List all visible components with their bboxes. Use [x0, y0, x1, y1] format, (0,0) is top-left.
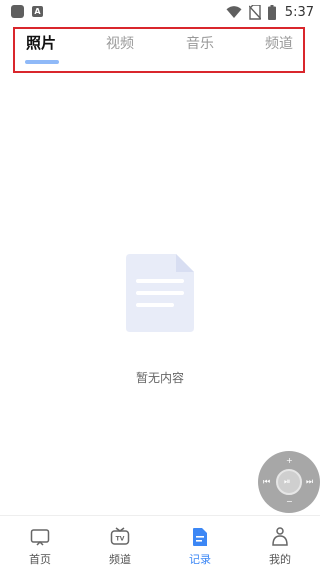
- empty-state-text: 暂无内容: [135, 371, 184, 385]
- nav-label-channels: 频道: [109, 553, 131, 566]
- record-document-icon: [193, 528, 207, 546]
- tab-channels[interactable]: 频道: [265, 33, 293, 53]
- battery-icon: [267, 4, 276, 20]
- document-icon: [126, 254, 194, 332]
- bottom-nav: 首页 TV 频道 记录 我的: [0, 515, 320, 570]
- remote-down-glyph: −: [286, 497, 293, 506]
- status-time: 5:37: [284, 4, 314, 20]
- play-pause-icon: ⏯: [284, 477, 291, 486]
- nav-item-channels[interactable]: TV 频道: [80, 516, 160, 570]
- nav-item-records[interactable]: 记录: [160, 516, 240, 570]
- nav-label-home: 首页: [29, 553, 51, 566]
- tab-photos[interactable]: 照片: [26, 32, 56, 53]
- nav-item-home[interactable]: 首页: [0, 516, 80, 570]
- a-icon: A: [32, 6, 43, 17]
- nav-label-profile: 我的: [269, 553, 291, 566]
- tv-screen-icon: [30, 529, 50, 546]
- remote-prev-glyph: ⏮: [263, 477, 271, 486]
- remote-up-glyph: +: [286, 456, 293, 465]
- tv-channel-icon: TV: [110, 527, 130, 545]
- remote-control-button[interactable]: + − ⏮ ⏭ ⏯: [258, 451, 320, 513]
- tab-videos[interactable]: 视频: [106, 33, 134, 53]
- wifi-icon: [226, 6, 242, 18]
- active-tab-indicator: [25, 60, 59, 64]
- no-sim-icon: [248, 4, 261, 20]
- remote-next-glyph: ⏭: [306, 477, 314, 486]
- nav-item-profile[interactable]: 我的: [240, 516, 320, 570]
- status-bar: A 5:37: [0, 0, 320, 24]
- app-icon: [11, 5, 24, 18]
- svg-text:TV: TV: [116, 536, 125, 543]
- nav-label-records: 记录: [189, 553, 211, 566]
- remote-center: ⏯: [276, 469, 302, 495]
- tab-music[interactable]: 音乐: [186, 33, 214, 53]
- status-icons: 5:37: [226, 3, 314, 21]
- profile-icon: [272, 527, 288, 546]
- media-tab-bar: 照片 视频 音乐 频道: [13, 27, 305, 73]
